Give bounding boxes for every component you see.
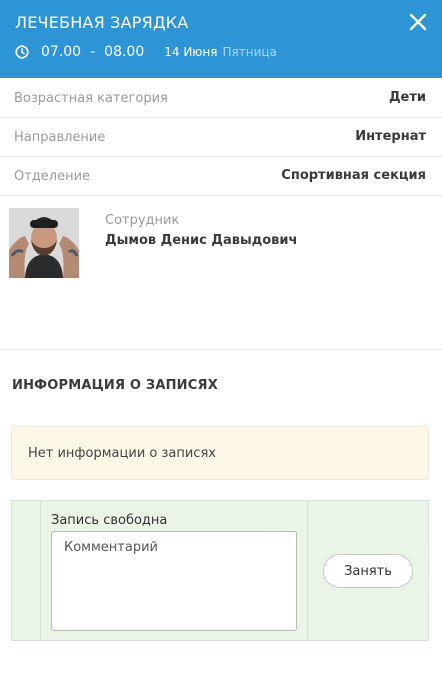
time-separator: - bbox=[90, 44, 96, 60]
employee-name: Дымов Денис Давыдович bbox=[105, 233, 298, 248]
employee-label: Сотрудник bbox=[105, 213, 180, 228]
records-section-title: ИНФОРМАЦИЯ О ЗАПИСЯХ bbox=[12, 378, 218, 393]
detail-row-direction: Направление Интернат bbox=[0, 118, 442, 157]
detail-value: Интернат bbox=[355, 129, 426, 144]
records-empty-message: Нет информации о записях bbox=[28, 446, 216, 461]
clock-icon bbox=[15, 45, 29, 59]
detail-row-age-category: Возрастная категория Дети bbox=[0, 79, 442, 118]
event-title: ЛЕЧЕБНАЯ ЗАРЯДКА bbox=[15, 13, 189, 32]
event-time-row: 07.00 - 08.00 14 Июня Пятница bbox=[15, 43, 277, 61]
employee-photo bbox=[9, 208, 79, 278]
slot-side-column bbox=[12, 501, 41, 640]
detail-value: Спортивная секция bbox=[281, 168, 426, 183]
slot-status: Запись свободна bbox=[51, 513, 168, 528]
booking-slot: Запись свободна Занять bbox=[11, 500, 429, 641]
detail-label: Отделение bbox=[14, 169, 91, 184]
take-slot-button[interactable]: Занять bbox=[323, 554, 413, 588]
modal-header: ЛЕЧЕБНАЯ ЗАРЯДКА 07.00 - 08.00 14 Июня П… bbox=[0, 0, 442, 78]
section-divider bbox=[0, 349, 442, 350]
detail-label: Возрастная категория bbox=[14, 91, 168, 106]
records-empty-notice: Нет информации о записях bbox=[11, 426, 429, 480]
time-start: 07.00 bbox=[41, 44, 82, 60]
close-icon[interactable] bbox=[408, 12, 428, 32]
event-weekday: Пятница bbox=[222, 45, 277, 59]
slot-column-divider bbox=[307, 501, 308, 640]
comment-field[interactable] bbox=[51, 531, 297, 631]
time-end: 08.00 bbox=[104, 44, 145, 60]
detail-value: Дети bbox=[388, 90, 426, 105]
detail-row-department: Отделение Спортивная секция bbox=[0, 157, 442, 196]
event-date: 14 Июня bbox=[164, 45, 218, 59]
detail-label: Направление bbox=[14, 130, 106, 145]
